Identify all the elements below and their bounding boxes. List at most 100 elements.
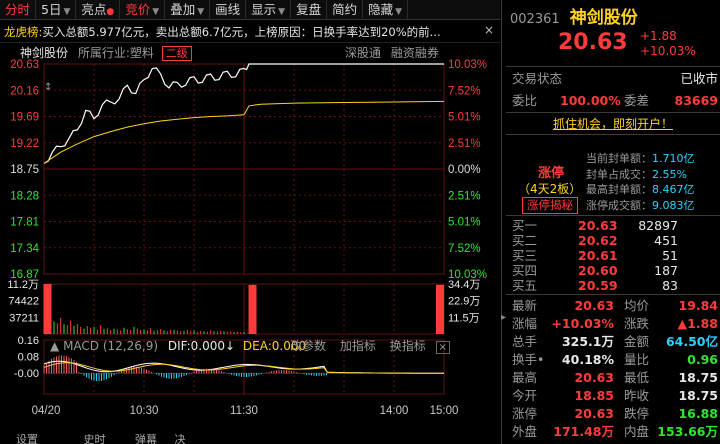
stock-code: 002361 — [510, 12, 560, 27]
volume-bar — [243, 331, 245, 334]
simple-button[interactable]: 简约 — [327, 0, 364, 20]
stat-value: 9.083亿 — [652, 198, 695, 212]
volume-bar — [226, 331, 228, 334]
bid-level-label: 买二 — [512, 233, 538, 248]
volume-bar — [186, 329, 188, 334]
volume-bar — [216, 331, 218, 334]
panel-divider[interactable] — [501, 0, 502, 444]
dropdown-arrow-icon: ▼ — [278, 6, 286, 17]
tab-history[interactable]: 史时 — [42, 434, 106, 444]
tab-intraday-label: 分时 — [5, 1, 31, 17]
price-tick-label: 17.81 — [10, 217, 39, 229]
margin-trading-link[interactable]: 融资融券 — [391, 46, 439, 60]
bid-volume: 83 — [662, 278, 678, 293]
bid-row[interactable]: 买一 20.63 82897 — [506, 218, 718, 233]
bid-row[interactable]: 买五 20.59 83 — [506, 278, 718, 293]
limit-up-stat-row: 当前封单额：1.710亿 — [586, 151, 695, 167]
quote-value: 19.84 — [678, 298, 718, 313]
volume-bar — [70, 320, 72, 334]
volume-bar — [203, 331, 205, 334]
volume-bar — [83, 328, 85, 334]
limit-up-streak: （4天2板） — [518, 182, 582, 196]
volume-bar — [110, 329, 112, 334]
add-indicator-button[interactable]: 加指标 — [340, 339, 376, 353]
volume-bar — [236, 331, 238, 334]
bid-price: 20.61 — [578, 248, 618, 263]
quote-value: 40.18% — [561, 352, 614, 367]
stat-value: 2.55% — [652, 167, 687, 181]
expand-vertical-icon[interactable]: ↕ — [44, 82, 52, 93]
quote-row: 涨幅 +10.03% 涨跌 ▲1.88 — [506, 315, 718, 333]
ratio-label: 委比 — [512, 93, 538, 108]
close-indicator-icon[interactable]: × — [435, 341, 450, 354]
highlights-button[interactable]: 亮点● — [76, 0, 121, 20]
volume-tick-label: 37211 — [9, 312, 39, 324]
macd-buttons: 改参数 加指标 换指标 × — [290, 339, 450, 355]
stat-label: 当前封单额： — [586, 152, 652, 165]
limit-up-reveal-button[interactable]: 涨停揭秘 — [522, 197, 578, 214]
hide-button[interactable]: 隐藏 ▼ — [363, 0, 409, 20]
volume-bar — [173, 329, 175, 334]
promo-link[interactable]: 抓住机会，即刻开户！ — [553, 117, 673, 131]
volume-bar — [146, 330, 148, 334]
replay-button[interactable]: 复盘 — [291, 0, 328, 20]
tab-danmaku[interactable]: 弹幕 — [109, 434, 157, 444]
order-ratio-row: 委比 100.00% 委差 83669 — [506, 91, 718, 110]
volume-bar — [90, 327, 92, 334]
pct-tick-label: 10.03% — [448, 59, 487, 71]
dragon-tiger-headline[interactable]: 龙虎榜:买入总额5.977亿元，卖出总额6.7亿元，上榜原因：日换手率达到20%… — [0, 21, 500, 43]
tab-intraday[interactable]: 分时 — [0, 0, 37, 20]
bid-level-label: 买五 — [512, 278, 538, 293]
trading-status-label: 交易状态 — [512, 71, 563, 86]
bid-row[interactable]: 买三 20.61 51 — [506, 248, 718, 263]
hide-label: 隐藏 — [368, 1, 394, 17]
overlay-label: 叠加 — [170, 1, 196, 17]
volume-bar — [170, 329, 172, 334]
bid-row[interactable]: 买二 20.62 451 — [506, 233, 718, 248]
volume-bar — [50, 319, 52, 334]
industry-link[interactable]: 塑料 — [130, 46, 154, 60]
limit-up-stat-row: 最高封单额：8.467亿 — [586, 182, 695, 198]
promo-banner[interactable]: 抓住机会，即刻开户！ — [506, 114, 720, 133]
quote-value: +10.03% — [551, 316, 614, 331]
price-tick-label: 20.16 — [10, 85, 39, 97]
pct-tick-label: 5.01% — [448, 217, 481, 229]
hk-connect-link[interactable]: 深股通 — [345, 46, 381, 60]
volume-bar — [143, 329, 145, 334]
stock-title: 002361 神剑股份 — [510, 3, 638, 28]
modify-params-button[interactable]: 改参数 — [290, 339, 326, 353]
volume-bar — [176, 330, 178, 334]
quote-label: 今开 — [512, 388, 538, 403]
tab-decision[interactable]: 决 — [161, 434, 186, 444]
quote-label: 均价 — [624, 298, 650, 313]
time-tick-label: 10:30 — [130, 405, 159, 417]
display-button[interactable]: 显示 ▼ — [246, 0, 292, 20]
stock-name: 神剑股份 — [569, 8, 638, 28]
close-icon[interactable]: × — [484, 23, 498, 39]
draw-line-button[interactable]: 画线 — [210, 0, 247, 20]
overlay-button[interactable]: 叠加 ▼ — [165, 0, 211, 20]
intraday-chart[interactable]: 20.63 10.03%20.16 7.52%19.69 5.01%19.22 2.51… — [0, 44, 500, 444]
macd-collapse-icon[interactable]: ▲ — [50, 339, 59, 353]
volume-right-tick-label: 11.5万 — [448, 312, 480, 324]
volume-bar — [126, 329, 128, 334]
price-tick-label: 19.69 — [10, 112, 39, 124]
limit-up-stat-row: 封单占成交：2.55% — [586, 167, 695, 183]
stat-label: 最高封单额： — [586, 183, 652, 196]
tab-5day-label: 5日 — [41, 1, 62, 17]
volume-bar — [166, 331, 168, 334]
bid-level-label: 买一 — [512, 218, 538, 233]
switch-indicator-button[interactable]: 换指标 — [390, 339, 426, 353]
tab-settings[interactable]: 设置 — [0, 434, 38, 444]
volume-bar — [93, 326, 95, 334]
volume-bar — [213, 331, 215, 334]
volume-bar — [96, 329, 98, 334]
bid-row[interactable]: 买四 20.60 187 — [506, 263, 718, 278]
macd-title[interactable]: MACD (12,26,9) — [63, 339, 158, 353]
quote-label: 外盘 — [512, 424, 538, 439]
dropdown-arrow-icon: ▼ — [197, 6, 205, 17]
quote-row: 今开 18.85 昨收 18.75 — [506, 387, 718, 405]
bottom-tab-bar: 设置 史时 弹幕 决 — [0, 434, 500, 444]
tab-5day[interactable]: 5日 ▼ — [36, 0, 77, 20]
auction-button[interactable]: 竞价 ▼ — [120, 0, 166, 20]
